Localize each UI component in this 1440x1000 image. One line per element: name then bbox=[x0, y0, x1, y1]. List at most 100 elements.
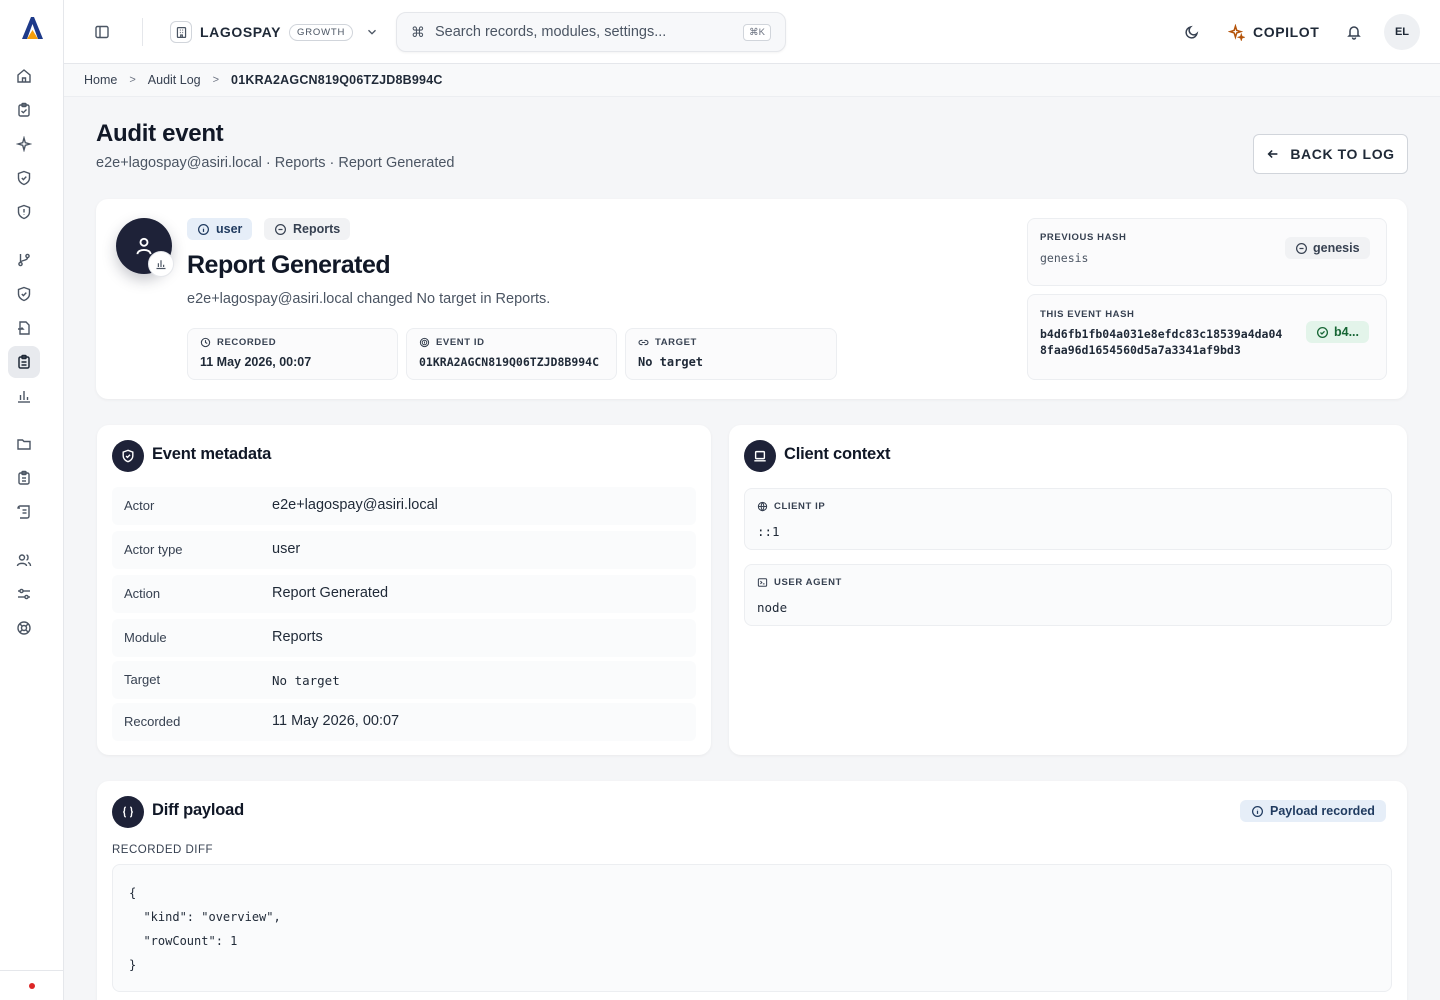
metadata-row-module: Module Reports bbox=[112, 619, 696, 657]
sparkle-icon bbox=[1228, 23, 1245, 41]
link-icon bbox=[638, 339, 649, 346]
previous-hash-value: genesis bbox=[1040, 251, 1089, 265]
terminal-icon bbox=[757, 578, 768, 587]
metadata-key: Module bbox=[124, 630, 167, 645]
code-line: } bbox=[129, 958, 137, 972]
sparkle-icon bbox=[16, 136, 32, 152]
client-ip-box: CLIENT IP ::1 bbox=[744, 488, 1392, 550]
minus-circle-icon bbox=[275, 223, 286, 235]
laptop-icon bbox=[754, 450, 766, 462]
sidebar-item-policies[interactable] bbox=[8, 278, 40, 310]
metadata-key: Recorded bbox=[124, 714, 181, 729]
sidebar-item-ai[interactable] bbox=[8, 128, 40, 160]
previous-hash-box: PREVIOUS HASH genesis genesis bbox=[1027, 218, 1387, 286]
org-switcher[interactable]: LAGOSPAY GROWTH bbox=[170, 18, 379, 46]
globe-icon bbox=[757, 501, 768, 512]
sidebar-item-settings[interactable] bbox=[8, 578, 40, 610]
back-to-log-label: BACK TO LOG bbox=[1290, 146, 1395, 162]
command-icon: ⌘ bbox=[411, 23, 425, 40]
metadata-row-action: Action Report Generated bbox=[112, 575, 696, 613]
users-icon bbox=[16, 554, 32, 567]
status-dot bbox=[29, 983, 35, 989]
metadata-key: Actor type bbox=[124, 542, 183, 557]
sidebar-item-compliance[interactable] bbox=[8, 162, 40, 194]
metadata-value: No target bbox=[272, 673, 340, 688]
back-to-log-button[interactable]: BACK TO LOG bbox=[1253, 134, 1408, 174]
search-shortcut-hint: ⌘K bbox=[743, 23, 771, 41]
sidebar-item-support[interactable] bbox=[8, 612, 40, 644]
event-id-value: 01KRA2AGCN819Q06TZJD8B994C bbox=[419, 355, 600, 369]
minus-circle-icon bbox=[1296, 242, 1307, 254]
sidebar-item-home[interactable] bbox=[8, 60, 40, 92]
user-agent-value: node bbox=[757, 600, 788, 615]
payload-badge-label: Payload recorded bbox=[1270, 804, 1375, 818]
metadata-row-recorded: Recorded 11 May 2026, 00:07 bbox=[112, 703, 696, 741]
sidebar-item-reports[interactable] bbox=[8, 380, 40, 412]
this-hash-line1: b4d6fb1fb04a031e8efdc83c18539a4da04 bbox=[1040, 327, 1283, 341]
page-subtitle: e2e+lagospay@asiri.local · Reports · Rep… bbox=[96, 155, 455, 171]
chevron-right-icon: > bbox=[212, 74, 220, 86]
global-search[interactable]: ⌘ ⌘K bbox=[396, 12, 786, 52]
previous-hash-badge: genesis bbox=[1285, 237, 1370, 259]
sidebar-item-security[interactable] bbox=[8, 196, 40, 228]
breadcrumb: Home > Audit Log > 01KRA2AGCN819Q06TZJD8… bbox=[64, 64, 1440, 97]
event-id-field: EVENT ID 01KRA2AGCN819Q06TZJD8B994C bbox=[406, 328, 617, 380]
braces-icon bbox=[123, 806, 133, 818]
sidebar-item-audit-log[interactable] bbox=[8, 346, 40, 378]
this-hash-box: THIS EVENT HASH b4d6fb1fb04a031e8efdc83c… bbox=[1027, 294, 1387, 380]
metadata-value: Reports bbox=[272, 629, 323, 645]
target-value: No target bbox=[638, 355, 704, 369]
user-avatar[interactable]: EL bbox=[1384, 14, 1420, 50]
sidebar-item-checklists[interactable] bbox=[8, 462, 40, 494]
user-agent-label: USER AGENT bbox=[774, 577, 842, 588]
previous-hash-label: PREVIOUS HASH bbox=[1040, 232, 1127, 243]
info-icon bbox=[198, 223, 209, 235]
breadcrumb-home[interactable]: Home bbox=[84, 73, 117, 87]
theme-toggle-button[interactable] bbox=[1180, 20, 1204, 44]
breadcrumb-audit-log[interactable]: Audit Log bbox=[148, 73, 201, 87]
notifications-button[interactable] bbox=[1342, 20, 1366, 44]
metadata-value: e2e+lagospay@asiri.local bbox=[272, 497, 438, 513]
chevron-right-icon: > bbox=[129, 74, 136, 86]
audit-log-icon bbox=[18, 354, 30, 369]
copilot-button[interactable]: COPILOT bbox=[1228, 16, 1319, 48]
search-input[interactable] bbox=[435, 24, 734, 40]
fingerprint-icon bbox=[419, 337, 430, 348]
clock-icon bbox=[200, 337, 211, 348]
this-hash-label: THIS EVENT HASH bbox=[1040, 309, 1135, 320]
logo-mark-icon bbox=[22, 17, 43, 39]
code-line: "kind": "overview", bbox=[129, 910, 281, 924]
sliders-icon bbox=[18, 588, 30, 600]
scroll-icon bbox=[17, 505, 30, 519]
sidebar-item-ledger[interactable] bbox=[8, 496, 40, 528]
recorded-label: RECORDED bbox=[217, 337, 277, 348]
sidebar-item-documents[interactable] bbox=[8, 312, 40, 344]
code-line: { bbox=[129, 886, 137, 900]
actor-type-chip-label: user bbox=[216, 222, 243, 236]
recorded-value: 11 May 2026, 00:07 bbox=[200, 355, 312, 369]
chevron-down-icon bbox=[365, 25, 379, 39]
diff-payload-card: Diff payload Payload recorded RECORDED D… bbox=[97, 781, 1407, 1000]
org-name: LAGOSPAY bbox=[200, 24, 282, 40]
moon-icon bbox=[1185, 25, 1199, 39]
sidebar bbox=[0, 0, 64, 1000]
previous-hash-badge-label: genesis bbox=[1313, 241, 1360, 255]
sidebar-status bbox=[0, 970, 63, 1000]
metadata-section-icon bbox=[112, 440, 144, 472]
sidebar-item-workflows[interactable] bbox=[8, 244, 40, 276]
org-plan-badge: GROWTH bbox=[289, 23, 354, 41]
sidebar-item-tasks[interactable] bbox=[8, 94, 40, 126]
diff-section-icon bbox=[112, 796, 144, 828]
client-section-icon bbox=[744, 440, 776, 472]
event-id-label: EVENT ID bbox=[436, 337, 485, 348]
arrow-left-icon bbox=[1267, 149, 1278, 159]
sidebar-toggle-button[interactable] bbox=[90, 20, 114, 44]
metadata-title: Event metadata bbox=[152, 445, 272, 463]
bar-chart-icon bbox=[18, 391, 30, 403]
app-logo[interactable] bbox=[18, 14, 46, 42]
client-context-card: Client context CLIENT IP ::1 USER AGENT … bbox=[729, 425, 1407, 755]
shield-check-icon bbox=[17, 286, 31, 302]
sidebar-item-users[interactable] bbox=[8, 544, 40, 576]
sidebar-item-files[interactable] bbox=[8, 428, 40, 460]
diff-code-block: { "kind": "overview", "rowCount": 1 } bbox=[112, 864, 1392, 992]
